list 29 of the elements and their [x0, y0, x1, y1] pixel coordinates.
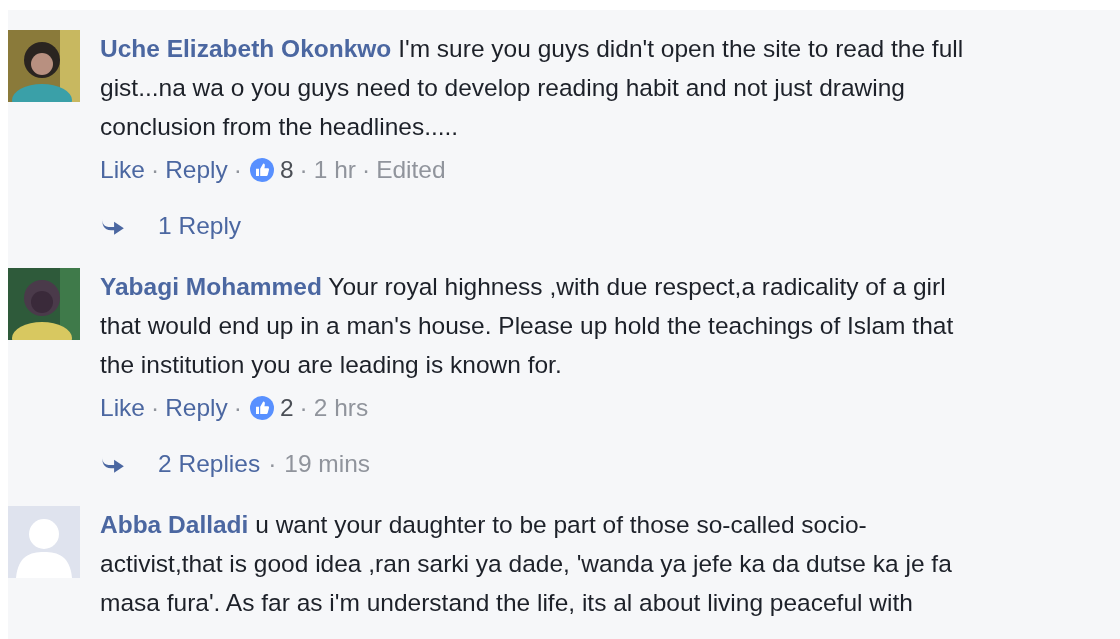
- comment-time: 2 hrs: [313, 394, 369, 422]
- action-link[interactable]: Reply: [165, 156, 228, 184]
- edited-label: Edited: [376, 156, 446, 184]
- thumbs-up-icon: [249, 396, 274, 420]
- author-link[interactable]: Yabagi Mohammed: [100, 273, 322, 300]
- separator: ·: [233, 156, 242, 184]
- author-link[interactable]: Uche Elizabeth Okonkwo: [100, 35, 392, 62]
- separator: ·: [299, 394, 308, 422]
- separator: ·: [150, 156, 160, 184]
- comment-text: Abba Dalladi u want your daughter to be part of those so-called socio- activist,that is good idea ,ran sarki ya dade, 'wanda ya jefe ka da dutse ka je fa masa fura'. As far as i'm understand the life, its al about living peaceful with: [100, 510, 952, 618]
- replies-link[interactable]: 2 Replies: [158, 450, 261, 478]
- reply-time: 19 mins: [284, 450, 371, 478]
- reaction-count: 2: [279, 394, 294, 422]
- separator: ·: [268, 450, 277, 478]
- action-link[interactable]: Like: [100, 394, 145, 422]
- action-link[interactable]: Reply: [165, 394, 228, 422]
- separator: ·: [150, 394, 160, 422]
- thumbs-up-icon: [249, 158, 274, 182]
- separator: ·: [361, 156, 371, 184]
- comment-time: 1 hr: [313, 156, 356, 184]
- author-link[interactable]: Abba Dalladi: [100, 511, 249, 538]
- comment-text: Yabagi Mohammed Your royal highness ,with due respect,a radicality of a girl that would end up in a man's house. Please up hold the teachings of Islam that the institution you are leading is known for.: [100, 272, 954, 380]
- action-link[interactable]: Like: [100, 156, 145, 184]
- reaction-count: 8: [279, 156, 294, 184]
- avatar-icon: [8, 506, 80, 578]
- comment-text: Uche Elizabeth Okonkwo I'm sure you guys didn't open the site to read the full gist...na wa o you guys need to develop reading habit and not just drawing conclusion from the headlines.....: [100, 34, 964, 142]
- separator: ·: [233, 394, 242, 422]
- replies-link[interactable]: 1 Reply: [158, 212, 242, 240]
- separator: ·: [299, 156, 308, 184]
